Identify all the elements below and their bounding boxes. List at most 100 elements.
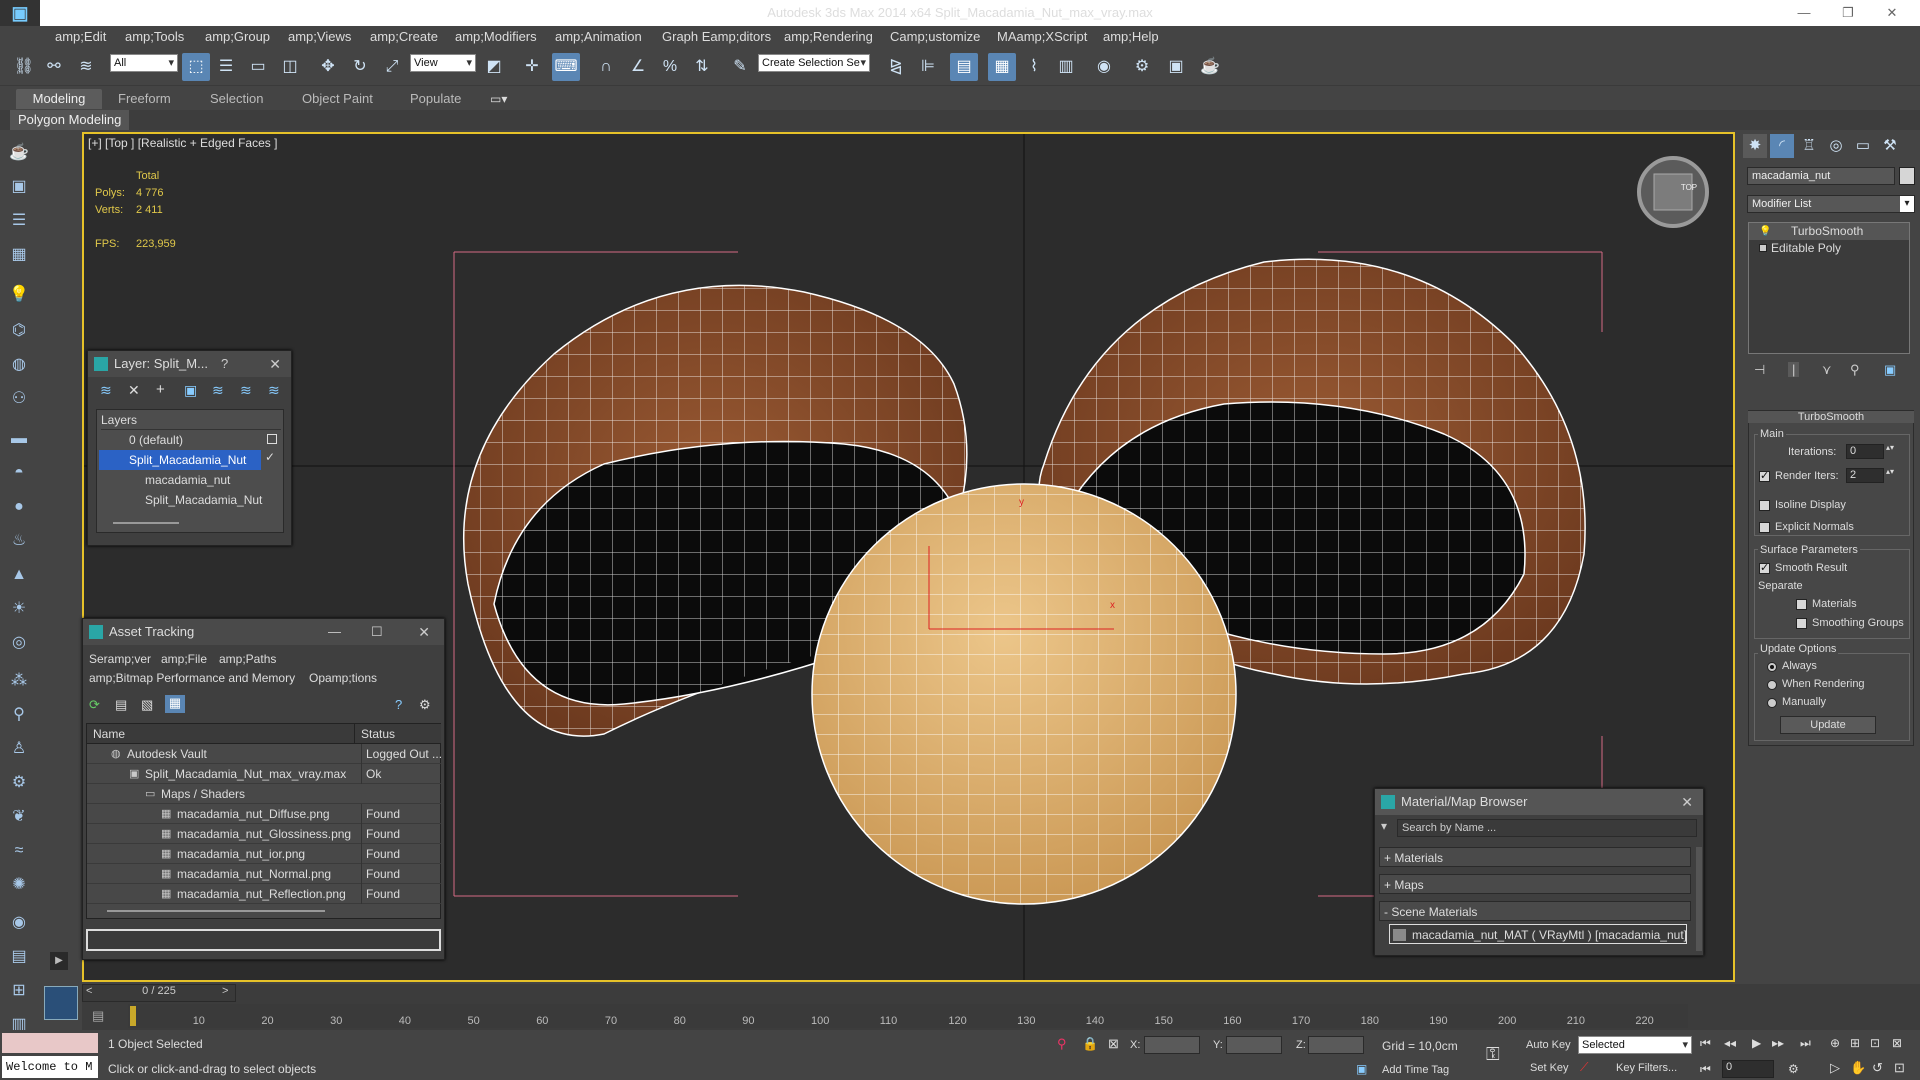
- teapot-icon[interactable]: ☕: [6, 140, 32, 166]
- menu-edit[interactable]: amp;Edit: [55, 29, 106, 44]
- keyboard-shortcut-override-icon[interactable]: ⌨: [552, 53, 580, 81]
- mini-curve-button[interactable]: [44, 986, 78, 1020]
- menu-maxscript[interactable]: MAamp;XScript: [997, 29, 1087, 44]
- render-icon[interactable]: ▣: [6, 174, 32, 200]
- reference-coordinate-select[interactable]: View: [410, 54, 476, 72]
- remove-modifier-icon[interactable]: ⚲: [1850, 362, 1860, 378]
- hair-icon[interactable]: ≈: [6, 838, 32, 864]
- scale-icon[interactable]: ⤢: [378, 53, 406, 81]
- menu-paths[interactable]: amp;Paths: [219, 649, 276, 669]
- menu-file[interactable]: amp;File: [161, 649, 207, 669]
- update-manually-radio[interactable]: [1767, 698, 1777, 708]
- maximize-icon[interactable]: ☐: [371, 619, 383, 645]
- close-icon[interactable]: ✕: [269, 351, 281, 377]
- cone-icon[interactable]: ▲: [6, 562, 32, 588]
- pivot-center-icon[interactable]: ◩: [480, 53, 508, 81]
- rotate-icon[interactable]: ↻: [346, 53, 374, 81]
- play-icon[interactable]: ▶: [1752, 1036, 1761, 1050]
- current-frame-field[interactable]: 0: [1722, 1060, 1774, 1078]
- track-bar[interactable]: [128, 1004, 1688, 1028]
- asset-path-field[interactable]: [86, 929, 441, 951]
- maximize-button[interactable]: ❐: [1828, 0, 1868, 26]
- menu-create[interactable]: amp;Create: [370, 29, 438, 44]
- zoom-all-icon[interactable]: ⊞: [1850, 1036, 1860, 1050]
- select-manipulate-icon[interactable]: ✛: [518, 53, 546, 81]
- close-icon[interactable]: ✕: [1681, 789, 1693, 815]
- menu-server[interactable]: Seramp;ver: [89, 649, 151, 669]
- hide-layers-icon[interactable]: ≋: [240, 382, 252, 399]
- viewcube-label[interactable]: TOP: [1670, 183, 1708, 192]
- iterations-spinner[interactable]: 0: [1846, 444, 1884, 459]
- slider-next-icon[interactable]: >: [222, 985, 228, 997]
- viewport-label[interactable]: [+] [Top ] [Realistic + Edged Faces ]: [88, 136, 277, 150]
- percent-snap-icon[interactable]: %: [656, 53, 684, 81]
- list-view-icon[interactable]: ▤: [115, 697, 127, 713]
- modifier-list-select[interactable]: Modifier List ▾: [1747, 195, 1915, 213]
- edit-named-selection-icon[interactable]: ✎: [726, 53, 754, 81]
- clipboard-icon[interactable]: ▤: [6, 944, 32, 970]
- maxscript-listener[interactable]: [2, 1033, 98, 1053]
- tab-freeform[interactable]: Freeform: [110, 89, 179, 109]
- ribbon-options-icon[interactable]: ▭▾: [490, 92, 507, 106]
- unlink-icon[interactable]: ⚯: [40, 53, 68, 81]
- bulb-icon[interactable]: 💡: [1759, 223, 1771, 240]
- audio-icon[interactable]: ◍: [6, 352, 32, 378]
- add-to-layer-icon[interactable]: +: [156, 381, 165, 398]
- tab-object-paint[interactable]: Object Paint: [294, 89, 381, 109]
- auto-key-button[interactable]: Auto Key: [1526, 1039, 1571, 1051]
- sun-icon[interactable]: ☀: [6, 596, 32, 622]
- refresh-icon[interactable]: ⟳: [89, 697, 100, 713]
- section-scene-materials[interactable]: - Scene Materials: [1379, 901, 1691, 921]
- table-icon[interactable]: ▦: [6, 242, 32, 268]
- menu-bitmap-performance[interactable]: amp;Bitmap Performance and Memory: [89, 668, 295, 688]
- utilities-tab-icon[interactable]: ⚒: [1878, 134, 1902, 158]
- explicit-normals-checkbox[interactable]: [1759, 522, 1770, 533]
- menu-modifiers[interactable]: amp;Modifiers: [455, 29, 537, 44]
- link-icon[interactable]: ⛓: [10, 53, 38, 81]
- horizontal-scrollbar[interactable]: [107, 910, 325, 912]
- key-curve-icon[interactable]: ⟋: [1580, 1060, 1588, 1075]
- snaps-toggle-icon[interactable]: ∩: [592, 53, 620, 81]
- modifier-turbosmooth[interactable]: 💡 TurboSmooth: [1749, 223, 1909, 240]
- isolate-selection-icon[interactable]: ⚲: [1057, 1036, 1067, 1052]
- particles-icon[interactable]: ⁂: [6, 668, 32, 694]
- minimize-button[interactable]: —: [1784, 0, 1824, 26]
- object-color-swatch[interactable]: [1899, 167, 1915, 185]
- smooth-result-checkbox[interactable]: [1759, 561, 1770, 574]
- table-view-icon[interactable]: ▦: [165, 695, 185, 713]
- make-unique-icon[interactable]: ⋎: [1822, 362, 1832, 378]
- rollout-title[interactable]: TurboSmooth: [1748, 411, 1914, 423]
- go-to-end-icon[interactable]: ⏭: [1800, 1036, 1811, 1051]
- render-iters-spinner[interactable]: 2: [1846, 468, 1884, 483]
- isoline-checkbox[interactable]: [1759, 500, 1770, 511]
- update-when-rendering-radio[interactable]: [1767, 680, 1777, 690]
- layer-row-default[interactable]: 0 (default): [97, 430, 283, 450]
- menu-graph-editors[interactable]: Graph Eamp;ditors: [662, 29, 771, 44]
- gear-icon[interactable]: ⚙: [6, 770, 32, 796]
- schematic-view-icon[interactable]: ▥: [1052, 53, 1080, 81]
- app-menu-button[interactable]: ▣: [0, 0, 40, 26]
- previous-frame-icon[interactable]: ◂◂: [1724, 1036, 1736, 1050]
- sphere-blue-icon[interactable]: ◉: [6, 910, 32, 936]
- section-maps[interactable]: + Maps: [1379, 874, 1691, 894]
- select-by-name-icon[interactable]: ☰: [212, 53, 240, 81]
- help-icon[interactable]: ?: [395, 697, 402, 712]
- menu-group[interactable]: amp;Group: [205, 29, 270, 44]
- object-name-field[interactable]: macadamia_nut: [1747, 167, 1895, 185]
- layer-object-row[interactable]: macadamia_nut: [97, 470, 283, 490]
- menu-animation[interactable]: amp;Animation: [555, 29, 642, 44]
- spinner-snap-icon[interactable]: ⇅: [688, 53, 716, 81]
- rect-selection-icon[interactable]: ▭: [244, 53, 272, 81]
- menu-options[interactable]: Opamp;tions: [309, 668, 377, 688]
- field-of-view-icon[interactable]: ▷: [1830, 1060, 1840, 1076]
- close-icon[interactable]: ✕: [418, 619, 430, 645]
- lock-icon[interactable]: 🔒: [1082, 1036, 1098, 1052]
- select-object-icon[interactable]: ⬚: [182, 53, 210, 81]
- polygon-modeling-panel[interactable]: Polygon Modeling: [10, 110, 130, 130]
- vertical-scrollbar[interactable]: [1696, 847, 1702, 951]
- hierarchy-tab-icon[interactable]: ♖: [1797, 134, 1821, 158]
- column-name-header[interactable]: Name: [87, 724, 355, 744]
- zoom-icon[interactable]: ⊕: [1830, 1036, 1840, 1050]
- update-always-radio[interactable]: [1767, 662, 1777, 672]
- sphere-icon[interactable]: ●: [6, 494, 32, 520]
